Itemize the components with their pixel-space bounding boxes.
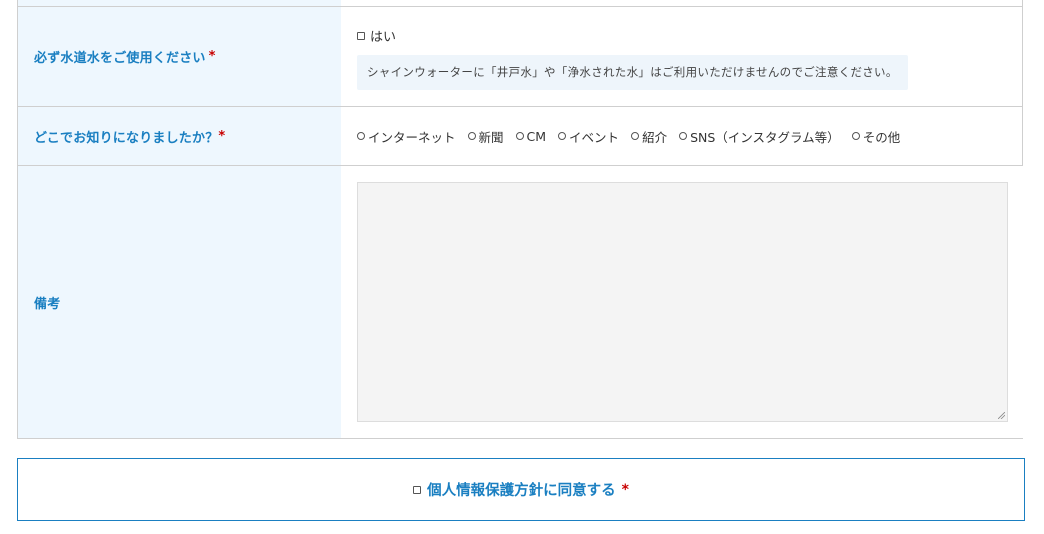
- privacy-consent-checkbox[interactable]: [413, 486, 422, 494]
- radio-label: インターネット: [368, 129, 456, 145]
- tap-water-field-cell: はい シャインウォーターに「井戸水」や「浄水された水」はご利用いただけませんので…: [341, 7, 1022, 106]
- privacy-consent-box: 個人情報保護方針に同意する *: [17, 458, 1025, 521]
- contact-form-table: 必ず水道水をご使用ください * はい シャインウォーターに「井戸水」や「浄水され…: [17, 0, 1024, 439]
- notes-field-cell: [341, 166, 1024, 438]
- referral-source-options: インターネット 新聞 CM イベント 紹介 SNS（インスタグラム等） その他: [341, 107, 1022, 165]
- previous-row-tail: [18, 0, 1022, 6]
- radio-button[interactable]: [679, 132, 688, 140]
- radio-button[interactable]: [467, 132, 476, 140]
- radio-label: SNS（インスタグラム等）: [690, 129, 840, 145]
- tap-water-label: 必ず水道水をご使用ください: [34, 51, 206, 66]
- tap-water-checkbox-label: はい: [370, 29, 397, 45]
- radio-button[interactable]: [357, 132, 365, 140]
- notes-row: 備考: [18, 165, 1024, 438]
- referral-source-row: どこでお知りになりましたか？ * インターネット 新聞 CM イベント 紹介 S…: [18, 106, 1022, 165]
- privacy-consent-option[interactable]: 個人情報保護方針に同意する *: [413, 479, 629, 500]
- previous-row-header-tail: [18, 0, 341, 6]
- notes-label-cell: 備考: [18, 166, 341, 438]
- referral-source-label: どこでお知りになりましたか？: [34, 130, 219, 146]
- radio-button[interactable]: [631, 132, 640, 140]
- radio-option-other[interactable]: その他: [851, 127, 901, 146]
- radio-button[interactable]: [558, 132, 567, 140]
- radio-option-cm[interactable]: CM: [515, 128, 547, 144]
- radio-label: その他: [862, 129, 901, 145]
- tap-water-notice: シャインウォーターに「井戸水」や「浄水された水」はご利用いただけませんのでご注意…: [357, 55, 908, 90]
- notes-label: 備考: [34, 296, 61, 312]
- radio-option-sns[interactable]: SNS（インスタグラム等）: [679, 127, 840, 146]
- radio-option-referral[interactable]: 紹介: [631, 127, 667, 146]
- tap-water-row: 必ず水道水をご使用ください * はい シャインウォーターに「井戸水」や「浄水され…: [18, 6, 1022, 106]
- required-mark: *: [218, 128, 226, 144]
- radio-label: 新聞: [478, 129, 504, 145]
- tap-water-checkbox-option[interactable]: はい: [357, 27, 1006, 45]
- notes-textarea[interactable]: [357, 182, 1008, 422]
- tap-water-checkbox[interactable]: [357, 32, 365, 40]
- radio-label: イベント: [569, 129, 620, 145]
- radio-option-newspaper[interactable]: 新聞: [467, 127, 504, 146]
- radio-label: 紹介: [642, 129, 668, 145]
- tap-water-label-cell: 必ず水道水をご使用ください *: [18, 7, 341, 106]
- referral-source-label-cell: どこでお知りになりましたか？ *: [18, 107, 341, 165]
- radio-option-event[interactable]: イベント: [558, 127, 619, 146]
- privacy-consent-label: 個人情報保護方針に同意する: [427, 483, 616, 499]
- required-mark: *: [208, 49, 216, 64]
- previous-row-cell-tail: [341, 0, 1022, 6]
- radio-button[interactable]: [851, 132, 860, 140]
- radio-option-internet[interactable]: インターネット: [357, 127, 456, 146]
- resize-grip-icon[interactable]: [998, 412, 1005, 419]
- radio-button[interactable]: [515, 132, 524, 140]
- radio-label: CM: [526, 128, 547, 144]
- required-mark: *: [621, 481, 629, 498]
